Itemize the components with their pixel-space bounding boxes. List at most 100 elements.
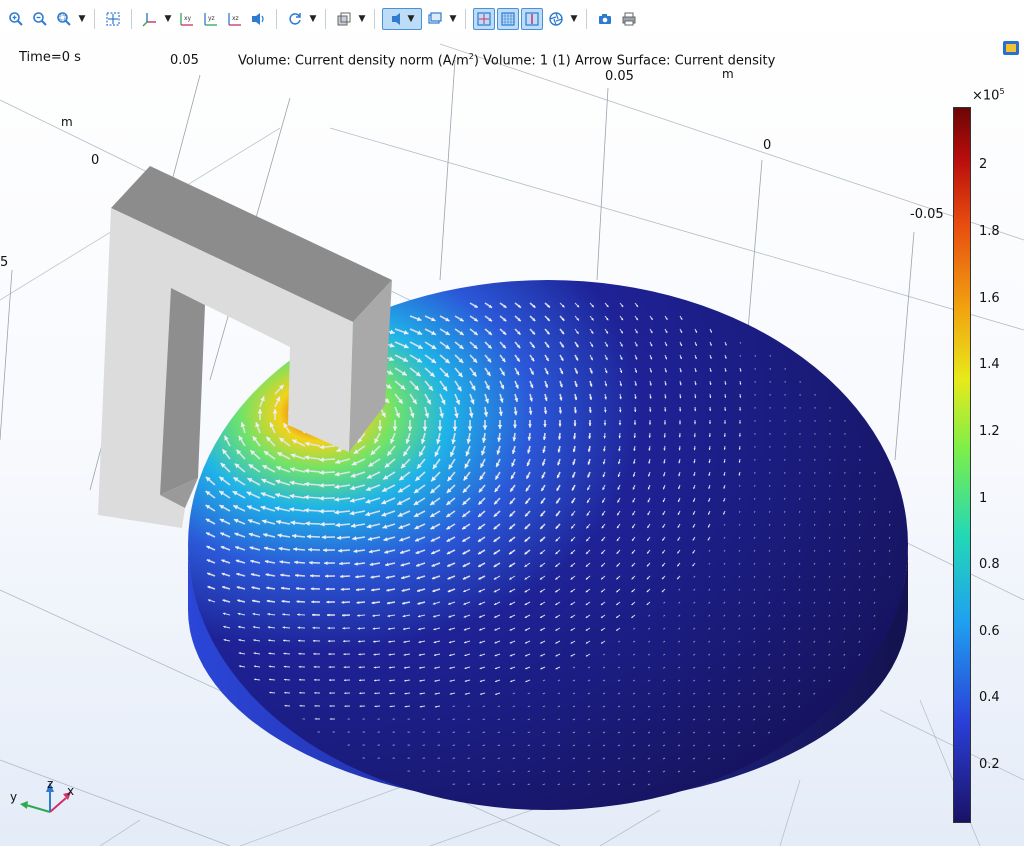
axis-triad: [20, 782, 71, 813]
zoom-in-icon: [9, 12, 23, 26]
print-button[interactable]: [618, 8, 640, 30]
view-select-dropdown[interactable]: ▼: [447, 14, 459, 24]
view-yz-icon: yz: [204, 13, 217, 26]
arrow: [512, 783, 516, 786]
arrow: [769, 354, 771, 357]
svg-text:yz: yz: [208, 15, 215, 22]
arrow: [739, 354, 741, 357]
arrow: [769, 484, 771, 487]
scene-light-button[interactable]: [247, 8, 269, 30]
zoom-box-button[interactable]: [53, 8, 75, 30]
axis-label-0-right: 0: [763, 138, 772, 153]
arrow: [739, 341, 742, 344]
arrow: [783, 497, 786, 500]
arrow: [497, 770, 501, 773]
arrow: [858, 523, 861, 526]
zoom-box-icon: [57, 12, 71, 26]
axis-label-0-left: 0: [91, 153, 100, 168]
separator: [131, 9, 132, 29]
plot-title: Volume: Current density norm (A/m2) Volu…: [238, 52, 775, 68]
axis-orient-dropdown[interactable]: ▼: [162, 14, 174, 24]
arrow: [527, 770, 531, 773]
arrow: [874, 497, 876, 500]
arrow: [557, 770, 561, 773]
zoom-out-button[interactable]: [29, 8, 51, 30]
arrow: [467, 705, 471, 708]
arrow: [497, 731, 501, 734]
arrow: [482, 705, 486, 708]
grid-icon: [501, 12, 515, 26]
view-yz-button[interactable]: yz: [199, 8, 221, 30]
reset-view-dropdown[interactable]: ▼: [307, 14, 319, 24]
view-xy-button[interactable]: xy: [175, 8, 197, 30]
arrow: [467, 731, 471, 733]
arrow: [512, 770, 516, 773]
printer-icon: [622, 12, 636, 26]
arrow: [542, 757, 546, 760]
zoom-out-icon: [33, 12, 47, 26]
axis-toggle[interactable]: [473, 8, 495, 30]
graphics-canvas[interactable]: [0, 38, 1024, 846]
arrow: [753, 497, 756, 500]
arrow: [512, 731, 516, 734]
arrow: [843, 523, 846, 526]
colorbar-tick-label: 1.4: [979, 357, 1000, 372]
arrow: [873, 510, 876, 513]
arrow: [753, 510, 756, 513]
arrow: [467, 770, 471, 772]
transparency-dropdown[interactable]: ▼: [356, 14, 368, 24]
arrow: [512, 757, 516, 760]
arrow: [843, 510, 846, 513]
arrow: [844, 497, 846, 500]
colorbar-tick-label: 2: [979, 157, 988, 172]
colorbar-exponent: ×105: [972, 87, 1005, 103]
view-xz-button[interactable]: xz: [223, 8, 245, 30]
scene-light-toggle[interactable]: ▼: [382, 8, 422, 30]
arrow: [739, 484, 741, 487]
arrow: [542, 744, 546, 747]
arrow: [467, 718, 471, 721]
arrow: [527, 731, 531, 734]
arrow: [738, 510, 741, 513]
colorbar-tick-label: 0.6: [979, 624, 1000, 639]
arrow: [497, 783, 501, 786]
axis-label-neg005: -0.05: [910, 207, 944, 222]
svg-text:xy: xy: [184, 15, 192, 22]
zoom-extents-button[interactable]: [102, 8, 124, 30]
axis-label-005-right: 0.05: [605, 69, 634, 84]
axis-unit-right: m: [722, 67, 734, 81]
render-dropdown[interactable]: ▼: [568, 14, 580, 24]
time-label: Time=0 s: [19, 50, 81, 65]
y-axis-line: [25, 804, 51, 813]
coordinate-icon: [525, 12, 539, 26]
arrow: [512, 705, 516, 708]
coordinate-toggle[interactable]: [521, 8, 543, 30]
arrow: [814, 497, 816, 500]
x-axis-line: [49, 797, 67, 813]
plot-title-part1: Volume: Current density norm (A/m: [238, 53, 469, 69]
colorbar: [953, 107, 971, 823]
aperture-icon: [549, 12, 563, 26]
chevron-down-icon: ▼: [407, 14, 415, 24]
view-xz-icon: xz: [228, 13, 241, 26]
arrow: [888, 523, 891, 526]
arrow: [482, 744, 486, 747]
arrow: [784, 484, 786, 487]
zoom-in-button[interactable]: [5, 8, 27, 30]
arrow: [512, 718, 516, 721]
arrow: [452, 744, 456, 746]
grid-toggle[interactable]: [497, 8, 519, 30]
arrow: [798, 523, 801, 526]
render-button[interactable]: [545, 8, 567, 30]
zoom-dropdown[interactable]: ▼: [76, 14, 88, 24]
screenshot-button[interactable]: [594, 8, 616, 30]
arrow: [497, 757, 501, 760]
light-icon: [391, 13, 400, 25]
axis-orient-button[interactable]: [139, 8, 161, 30]
transparency-button[interactable]: [333, 8, 355, 30]
reset-view-button[interactable]: [284, 8, 306, 30]
separator: [276, 9, 277, 29]
arrow: [452, 705, 456, 707]
arrow: [482, 731, 486, 734]
view-select-button[interactable]: [424, 8, 446, 30]
